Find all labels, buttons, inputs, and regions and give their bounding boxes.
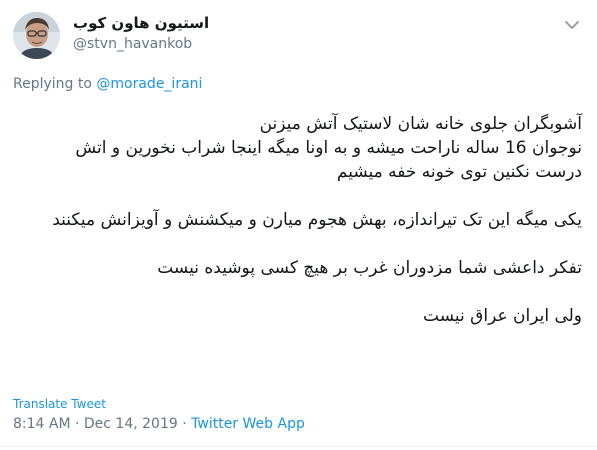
translate-tweet-link[interactable]: Translate Tweet	[13, 397, 106, 411]
chevron-down-icon[interactable]	[564, 16, 580, 29]
author-display-name[interactable]: استیون هاون کوب	[73, 14, 209, 32]
tweet-text: آشوبگران جلوی خانه شان لاستیک آتش میزنن …	[12, 112, 582, 328]
tweet-line: نوجوان 16 ساله ناراحت میشه و به اونا میگ…	[75, 138, 582, 158]
replying-to: Replying to @morade_irani	[13, 76, 202, 92]
reply-to-handle-link[interactable]: @morade_irani	[96, 76, 202, 92]
source-app-link[interactable]: Twitter Web App	[191, 416, 305, 432]
author-handle[interactable]: @stvn_havankob	[73, 36, 192, 52]
tweet-line: آشوبگران جلوی خانه شان لاستیک آتش میزنن	[259, 114, 582, 134]
tweet-meta: 8:14 AM · Dec 14, 2019 · Twitter Web App	[13, 416, 305, 432]
tweet-line: تفکر داعشی شما مزدوران غرب بر هیچ کسی پو…	[157, 258, 582, 278]
tweet-line: ولی ایران عراق نیست	[423, 306, 582, 326]
timestamp[interactable]: 8:14 AM · Dec 14, 2019	[13, 416, 178, 432]
meta-separator: ·	[177, 416, 192, 432]
tweet-line: درست نکنین توی خونه خفه میشیم	[336, 162, 582, 182]
tweet-card: استیون هاون کوب @stvn_havankob Replying …	[0, 0, 597, 450]
avatar[interactable]	[13, 12, 60, 59]
avatar-image	[13, 12, 60, 59]
replying-to-label: Replying to	[13, 76, 92, 92]
tweet-line: یکی میگه این تک تیراندازه، بهش هجوم میار…	[52, 210, 582, 230]
divider	[0, 446, 597, 447]
